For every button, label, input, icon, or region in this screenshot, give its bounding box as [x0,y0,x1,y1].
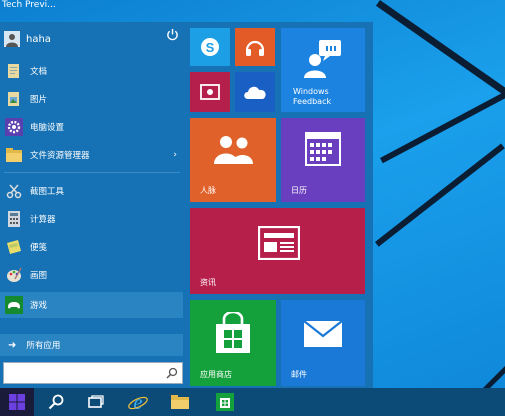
wallpaper-beam [375,0,505,138]
headphones-icon [245,40,265,56]
store-icon [216,393,234,411]
menu-item-label: 游戏 [30,301,48,311]
search-icon [48,394,64,410]
tile-label: 应用商店 [200,370,232,379]
newspaper-icon [258,226,300,260]
gear-icon [4,117,24,137]
taskbar-internet-explorer[interactable]: e [124,388,152,416]
tile-calendar[interactable]: 日历 [281,118,365,202]
user-name: haha [26,33,51,45]
snipping-tool-icon [4,181,24,201]
internet-explorer-icon: e [128,392,148,412]
tile-label: Windows Feedback [293,87,332,106]
window-title: Tech Previ... [2,0,56,10]
start-button[interactable] [0,388,34,416]
wallpaper-beam [375,143,505,247]
start-menu: haha 文档 图片 电脑设置 文件资源管理器 › 截图工具 计算器 便笺 画图… [0,22,373,388]
games-icon [4,295,24,315]
sticky-notes-icon [4,237,24,257]
taskbar-file-explorer[interactable] [166,388,194,416]
menu-item-label: 便笺 [30,243,48,253]
tile-skype[interactable]: S [190,28,230,66]
tile-label: 日历 [291,186,307,195]
start-left-pane: haha 文档 图片 电脑设置 文件资源管理器 › 截图工具 计算器 便笺 画图… [0,22,183,388]
chevron-right-icon[interactable]: › [173,150,177,160]
shopping-bag-icon [216,312,250,353]
menu-item-label: 图片 [30,95,48,105]
tile-windows-feedback[interactable]: Windows Feedback [281,28,365,112]
menu-item-documents[interactable]: 文档 [0,58,183,84]
power-icon[interactable] [166,28,179,41]
task-view-icon [88,395,104,408]
menu-item-label: 计算器 [30,215,56,225]
search-input[interactable] [3,362,183,384]
tile-store[interactable]: 应用商店 [190,300,276,386]
svg-text:S: S [206,40,215,55]
tile-onedrive[interactable] [235,72,275,112]
all-apps-button[interactable]: ➜ 所有应用 [0,334,183,356]
avatar [4,31,20,47]
tile-news[interactable]: 资讯 [190,208,365,294]
arrow-right-icon: ➜ [8,339,17,351]
taskbar: e [0,388,505,416]
people-icon [214,136,253,164]
tile-people[interactable]: 人脉 [190,118,276,202]
taskbar-store[interactable] [210,388,240,416]
feedback-icon [304,40,341,78]
menu-item-games[interactable]: 游戏 [0,292,183,318]
tile-label: 人脉 [200,186,216,195]
menu-item-label: 电脑设置 [30,123,65,133]
tile-music[interactable] [235,28,275,66]
menu-item-calculator[interactable]: 计算器 [0,206,183,232]
paint-icon [4,265,24,285]
tile-video[interactable] [190,72,230,112]
skype-icon: S [201,38,219,56]
menu-item-label: 文件资源管理器 [30,151,90,161]
svg-text:e: e [134,392,143,412]
menu-item-paint[interactable]: 画图 [0,262,183,288]
cloud-icon [244,86,266,99]
tile-mail[interactable]: 邮件 [281,300,365,386]
task-view-button[interactable] [82,388,110,416]
folder-documents-icon [4,61,24,81]
divider [4,172,180,173]
folder-icon [171,395,189,409]
wallpaper-beam [380,54,505,164]
file-explorer-icon [4,145,24,165]
all-apps-label: 所有应用 [26,341,61,351]
windows-logo-icon [9,394,25,410]
user-account[interactable]: haha [0,26,183,52]
menu-item-label: 截图工具 [30,187,65,197]
menu-item-snipping-tool[interactable]: 截图工具 [0,178,183,204]
menu-item-sticky-notes[interactable]: 便笺 [0,234,183,260]
folder-pictures-icon [4,89,24,109]
video-icon [200,84,220,100]
tile-label: 资讯 [200,278,216,287]
menu-item-label: 文档 [30,67,48,77]
menu-item-pictures[interactable]: 图片 [0,86,183,112]
search-icon [166,367,178,379]
mail-icon [303,320,343,347]
menu-item-file-explorer[interactable]: 文件资源管理器 › [0,142,183,168]
calendar-icon [305,132,341,166]
menu-item-pc-settings[interactable]: 电脑设置 [0,114,183,140]
taskbar-search-button[interactable] [42,388,70,416]
tile-label: 邮件 [291,370,307,379]
menu-item-label: 画图 [30,271,48,281]
calculator-icon [4,209,24,229]
